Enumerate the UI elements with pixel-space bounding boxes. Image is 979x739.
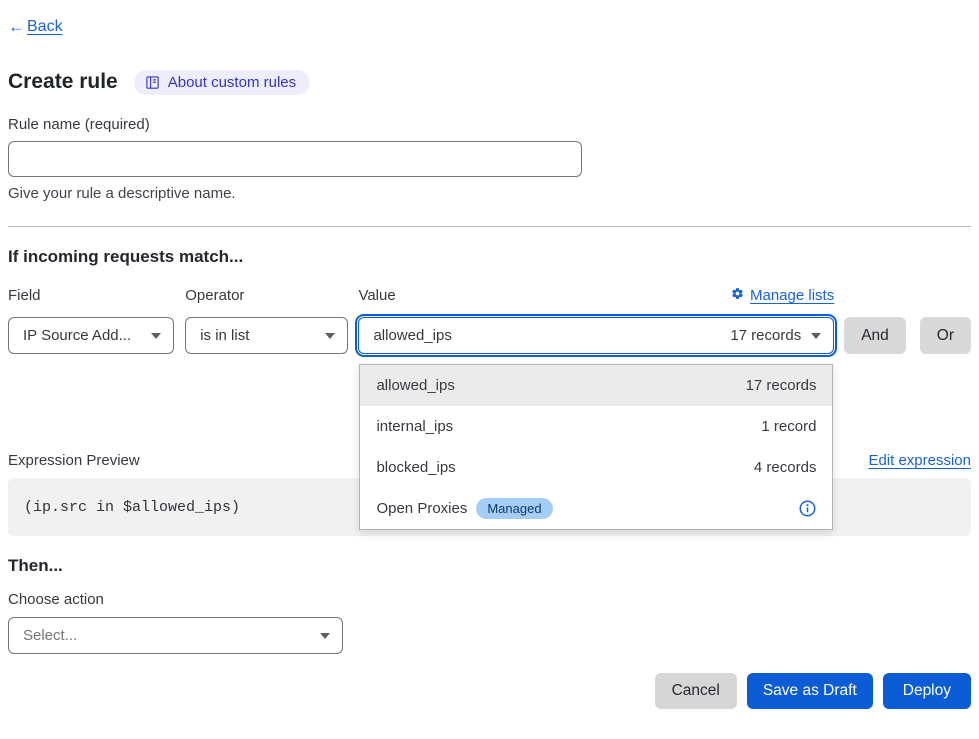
cancel-button[interactable]: Cancel xyxy=(655,673,737,709)
action-select-placeholder: Select... xyxy=(23,627,77,644)
chevron-down-icon xyxy=(811,333,821,339)
about-custom-rules-label: About custom rules xyxy=(168,74,296,91)
manage-lists-link[interactable]: Manage lists xyxy=(731,287,834,305)
list-option-open-proxies[interactable]: Open Proxies Managed xyxy=(360,488,832,529)
field-select-value: IP Source Add... xyxy=(23,327,131,344)
managed-badge: Managed xyxy=(476,498,552,519)
list-dropdown-panel: allowed_ips 17 records internal_ips 1 re… xyxy=(359,364,833,530)
condition-row: Field IP Source Add... Operator is in li… xyxy=(8,287,971,354)
expression-code: (ip.src in $allowed_ips) xyxy=(24,499,240,516)
or-button[interactable]: Or xyxy=(920,317,971,354)
list-option-name: blocked_ips xyxy=(376,459,455,476)
and-button[interactable]: And xyxy=(844,317,906,354)
operator-select[interactable]: is in list xyxy=(185,317,348,354)
rule-name-hint: Give your rule a descriptive name. xyxy=(8,185,971,202)
field-column: Field IP Source Add... xyxy=(8,287,174,354)
list-option-internal-ips[interactable]: internal_ips 1 record xyxy=(360,406,832,447)
action-select[interactable]: Select... xyxy=(8,617,343,654)
section-divider xyxy=(8,226,971,227)
list-option-name: Open Proxies xyxy=(376,500,467,517)
value-select[interactable]: allowed_ips 17 records xyxy=(358,317,834,354)
then-heading: Then... xyxy=(8,556,971,576)
value-select-records: 17 records xyxy=(730,327,801,344)
back-arrow-icon: ← xyxy=(8,17,25,37)
list-option-name: allowed_ips xyxy=(376,377,454,394)
list-option-allowed-ips[interactable]: allowed_ips 17 records xyxy=(360,365,832,406)
value-label: Value xyxy=(358,287,395,305)
value-select-meta-group: 17 records xyxy=(730,327,821,344)
rule-name-input[interactable] xyxy=(8,141,582,177)
gear-icon xyxy=(731,287,744,305)
list-option-meta: 4 records xyxy=(754,459,817,476)
save-draft-button[interactable]: Save as Draft xyxy=(747,673,873,709)
chevron-down-icon xyxy=(325,333,335,339)
rule-name-label: Rule name (required) xyxy=(8,116,971,133)
operator-column: Operator is in list xyxy=(185,287,348,354)
match-heading: If incoming requests match... xyxy=(8,247,971,267)
edit-expression-link[interactable]: Edit expression xyxy=(868,452,971,469)
value-select-value: allowed_ips xyxy=(373,327,451,344)
expression-preview-label: Expression Preview xyxy=(8,452,140,469)
deploy-button[interactable]: Deploy xyxy=(883,673,971,709)
back-link[interactable]: ← Back xyxy=(8,17,63,37)
list-option-name: internal_ips xyxy=(376,418,453,435)
value-label-row: Value Manage lists xyxy=(358,287,834,305)
list-option-blocked-ips[interactable]: blocked_ips 4 records xyxy=(360,447,832,488)
title-row: Create rule About custom rules xyxy=(8,68,971,96)
info-icon[interactable] xyxy=(799,500,816,517)
book-icon xyxy=(145,75,160,90)
field-select[interactable]: IP Source Add... xyxy=(8,317,174,354)
operator-label: Operator xyxy=(185,287,348,305)
list-option-meta: 17 records xyxy=(746,377,817,394)
back-label: Back xyxy=(27,18,63,36)
chevron-down-icon xyxy=(320,633,330,639)
choose-action-label: Choose action xyxy=(8,591,971,608)
operator-select-value: is in list xyxy=(200,327,249,344)
chevron-down-icon xyxy=(151,333,161,339)
value-column: Value Manage lists allowed_ips 17 record… xyxy=(358,287,834,354)
field-label: Field xyxy=(8,287,174,305)
manage-lists-label: Manage lists xyxy=(750,287,834,305)
footer-actions: Cancel Save as Draft Deploy xyxy=(8,673,971,709)
about-custom-rules-link[interactable]: About custom rules xyxy=(134,70,310,95)
list-option-meta: 1 record xyxy=(761,418,816,435)
page-title: Create rule xyxy=(8,68,118,96)
create-rule-page: ← Back Create rule About custom rules Ru… xyxy=(0,0,979,739)
list-option-name-group: Open Proxies Managed xyxy=(376,498,552,519)
and-or-group: And Or xyxy=(844,317,971,354)
